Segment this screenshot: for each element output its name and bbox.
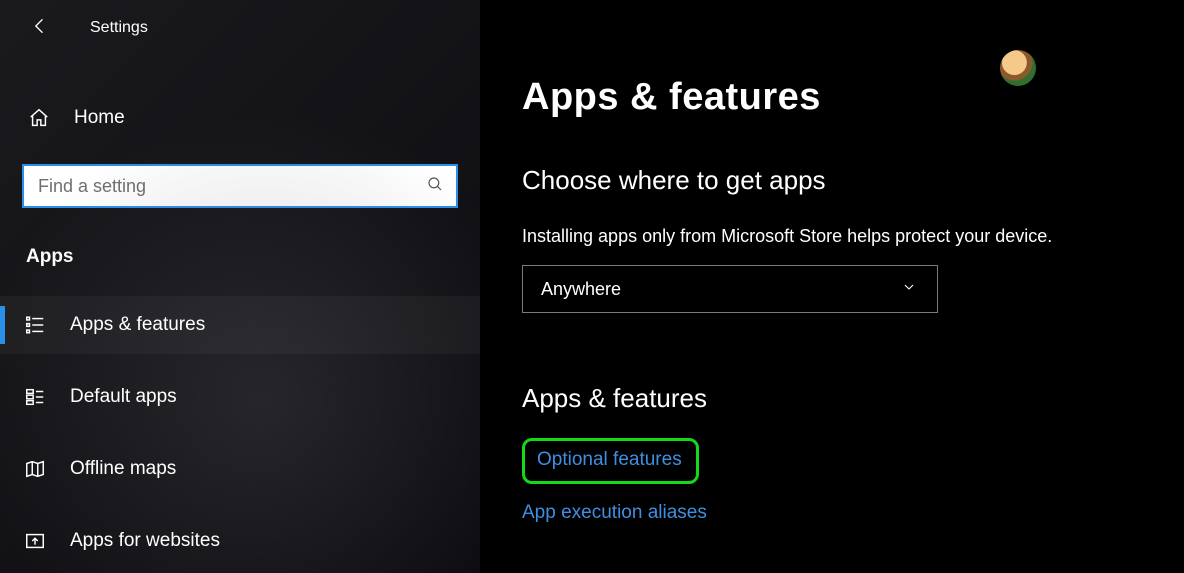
map-icon <box>22 456 48 482</box>
search-icon <box>426 175 444 198</box>
sidebar-item-label: Apps for websites <box>70 530 220 552</box>
page-title: Apps & features <box>522 76 1184 119</box>
back-arrow-icon <box>30 16 50 41</box>
apps-features-heading: Apps & features <box>522 383 1184 414</box>
sidebar-item-label: Default apps <box>70 386 177 408</box>
app-execution-aliases-link[interactable]: App execution aliases <box>522 502 707 524</box>
sidebar-section-label: Apps <box>0 246 480 268</box>
app-source-dropdown[interactable]: Anywhere <box>522 265 938 313</box>
sidebar-item-default-apps[interactable]: Default apps <box>0 368 480 426</box>
sidebar-header: Settings <box>0 0 480 56</box>
dropdown-value: Anywhere <box>541 279 621 300</box>
list-icon <box>22 312 48 338</box>
back-button[interactable] <box>28 16 52 40</box>
main-content: Apps & features Choose where to get apps… <box>480 0 1184 573</box>
settings-sidebar: Settings Home Apps Apps & features <box>0 0 480 573</box>
user-avatar-icon <box>1000 50 1036 86</box>
choose-apps-help-text: Installing apps only from Microsoft Stor… <box>522 226 1184 247</box>
sidebar-item-label: Offline maps <box>70 458 176 480</box>
search-input[interactable] <box>38 176 426 197</box>
sidebar-item-apps-features[interactable]: Apps & features <box>0 296 480 354</box>
choose-apps-heading: Choose where to get apps <box>522 165 1184 196</box>
optional-features-link[interactable]: Optional features <box>537 449 682 471</box>
home-icon <box>28 107 50 129</box>
open-in-app-icon <box>22 528 48 554</box>
chevron-down-icon <box>901 279 917 300</box>
sidebar-item-apps-for-websites[interactable]: Apps for websites <box>0 512 480 570</box>
default-apps-icon <box>22 384 48 410</box>
active-indicator <box>0 306 5 344</box>
optional-features-highlight: Optional features <box>522 438 699 484</box>
sidebar-item-label: Apps & features <box>70 314 205 336</box>
sidebar-home-label: Home <box>74 107 125 129</box>
search-container <box>22 164 458 208</box>
sidebar-nav: Apps & features Default apps Offline map… <box>0 296 480 570</box>
search-box[interactable] <box>22 164 458 208</box>
sidebar-item-offline-maps[interactable]: Offline maps <box>0 440 480 498</box>
window-title: Settings <box>90 19 148 37</box>
sidebar-home[interactable]: Home <box>0 90 480 146</box>
